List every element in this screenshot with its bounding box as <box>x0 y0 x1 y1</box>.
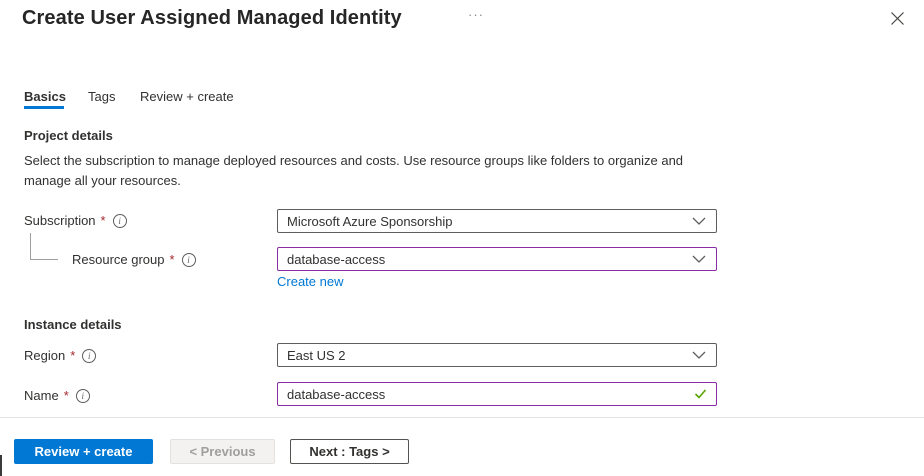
subscription-value: Microsoft Azure Sponsorship <box>287 214 452 229</box>
chevron-down-icon <box>692 255 706 264</box>
resource-group-dropdown[interactable]: database-access <box>277 247 717 271</box>
info-icon[interactable]: i <box>76 389 90 403</box>
required-marker: * <box>70 348 75 364</box>
resource-group-label: Resource group <box>72 252 165 268</box>
region-label: Region <box>24 348 65 364</box>
project-details-heading: Project details <box>24 128 113 144</box>
resource-group-value: database-access <box>287 252 385 267</box>
chevron-down-icon <box>692 351 706 360</box>
subscription-label-row: Subscription * i <box>24 213 127 229</box>
valid-check-icon <box>694 389 707 400</box>
close-button[interactable] <box>884 5 910 31</box>
name-field-wrap <box>277 382 717 406</box>
required-marker: * <box>101 213 106 229</box>
name-label-row: Name * i <box>24 388 90 404</box>
tab-tags[interactable]: Tags <box>88 89 115 105</box>
region-value: East US 2 <box>287 348 346 363</box>
info-icon[interactable]: i <box>182 253 196 267</box>
project-details-description: Select the subscription to manage deploy… <box>24 151 729 191</box>
next-tags-button[interactable]: Next : Tags > <box>290 439 409 464</box>
region-label-row: Region * i <box>24 348 96 364</box>
tab-review-create[interactable]: Review + create <box>140 89 234 105</box>
name-input[interactable] <box>278 383 716 405</box>
window-edge-artifact <box>0 455 2 476</box>
active-tab-indicator <box>24 106 64 109</box>
create-managed-identity-panel: Create User Assigned Managed Identity ··… <box>0 0 924 476</box>
region-dropdown[interactable]: East US 2 <box>277 343 717 367</box>
more-options-icon[interactable]: ··· <box>468 6 484 24</box>
name-label: Name <box>24 388 59 404</box>
required-marker: * <box>170 252 175 268</box>
page-title: Create User Assigned Managed Identity <box>22 3 402 33</box>
footer-divider <box>0 417 924 418</box>
previous-button[interactable]: < Previous <box>170 439 275 464</box>
chevron-down-icon <box>692 217 706 226</box>
resource-group-connector-line <box>30 233 58 260</box>
review-create-button[interactable]: Review + create <box>14 439 153 464</box>
subscription-label: Subscription <box>24 213 96 229</box>
resource-group-label-row: Resource group * i <box>72 252 196 268</box>
instance-details-heading: Instance details <box>24 317 122 333</box>
required-marker: * <box>64 388 69 404</box>
info-icon[interactable]: i <box>82 349 96 363</box>
create-new-link[interactable]: Create new <box>277 274 343 290</box>
subscription-dropdown[interactable]: Microsoft Azure Sponsorship <box>277 209 717 233</box>
tab-basics[interactable]: Basics <box>24 89 66 105</box>
close-icon <box>890 11 905 26</box>
info-icon[interactable]: i <box>113 214 127 228</box>
